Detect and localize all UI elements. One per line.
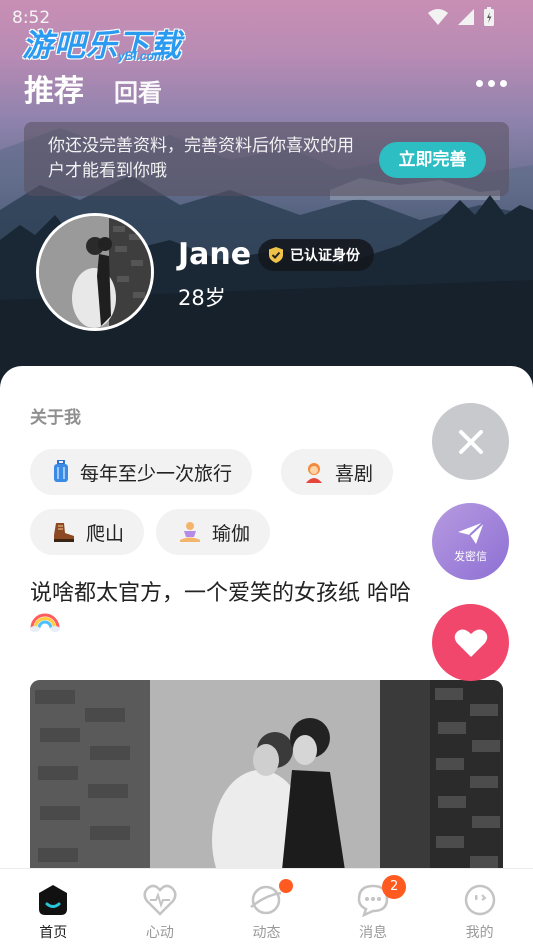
tag-label: 喜剧: [335, 462, 374, 485]
message-count-badge: 2: [382, 875, 407, 899]
header-tabs: 推荐 回看: [24, 66, 162, 110]
nav-label: 首页: [39, 925, 68, 941]
battery-icon: [484, 7, 494, 26]
watermark-subtext: yBl.com: [118, 49, 165, 63]
heartbeat-icon: [143, 883, 177, 917]
watermark-logo: 游吧乐下载 yBl.com: [22, 20, 182, 65]
banner-text: 你还没完善资料，完善资料后你喜欢的用户才能看到你哦: [48, 136, 354, 181]
nav-profile[interactable]: 我的: [426, 869, 533, 948]
bio-text: 说啥都太官方，一个爱笑的女孩纸 哈哈: [30, 578, 480, 642]
nav-home[interactable]: 首页: [0, 869, 107, 948]
tab-review[interactable]: 回看: [114, 73, 162, 108]
secret-message-label: 发密信: [454, 549, 487, 563]
signal-icon: [458, 9, 474, 25]
tag-hiking: 爬山: [30, 509, 145, 555]
avatar[interactable]: [36, 213, 154, 331]
profile-face-icon: [463, 883, 497, 917]
wifi-icon: [428, 9, 448, 25]
nav-heartbeat[interactable]: 心动: [107, 869, 214, 948]
close-icon: [458, 429, 483, 454]
chat-icon: 2: [356, 875, 407, 918]
like-button[interactable]: [432, 604, 509, 681]
more-icon[interactable]: [476, 80, 507, 87]
status-icons: [427, 7, 495, 27]
complete-profile-button[interactable]: 立即完善: [379, 142, 486, 178]
hiking-boot-icon: [54, 523, 74, 542]
yoga-icon: [180, 522, 200, 542]
avatar-photo: [39, 216, 151, 328]
bio-content: 说啥都太官方，一个爱笑的女孩纸 哈哈: [30, 581, 411, 606]
tag-label: 爬山: [86, 522, 125, 545]
rainbow-icon: [30, 613, 60, 632]
luggage-icon: [54, 460, 68, 482]
profile-name: Jane: [178, 237, 252, 272]
bottom-nav: 首页 心动 动态 2 消息 我的: [0, 868, 533, 948]
shield-check-icon: [269, 247, 283, 263]
nav-label: 动态: [252, 925, 281, 941]
profile-age: 28岁: [178, 286, 226, 310]
verified-badge: 已认证身份: [258, 239, 374, 271]
secret-message-button[interactable]: 发密信: [432, 503, 509, 580]
profile-photo[interactable]: [30, 680, 503, 876]
nav-label: 心动: [145, 925, 174, 941]
nav-moments[interactable]: 动态: [213, 869, 320, 948]
tag-label: 瑜伽: [212, 522, 251, 545]
nav-messages[interactable]: 2 消息: [320, 869, 427, 948]
tag-travel: 每年至少一次旅行: [30, 449, 253, 495]
paper-plane-icon: [457, 520, 485, 544]
nav-label: 消息: [359, 925, 388, 941]
complete-profile-banner: 你还没完善资料，完善资料后你喜欢的用户才能看到你哦 立即完善: [24, 122, 509, 196]
tab-recommend[interactable]: 推荐: [24, 66, 84, 110]
nav-label: 我的: [465, 925, 494, 941]
notification-dot: [279, 879, 294, 893]
couple-photo: [30, 680, 503, 876]
dislike-button[interactable]: [432, 403, 509, 480]
tag-label: 每年至少一次旅行: [80, 462, 233, 485]
tag-comedy: 喜剧: [281, 449, 394, 495]
heart-icon: [454, 629, 487, 657]
about-title: 关于我: [30, 408, 81, 428]
home-icon: [36, 883, 70, 917]
planet-icon: [249, 879, 294, 917]
verified-badge-label: 已认证身份: [290, 248, 360, 264]
person-icon: [306, 463, 322, 483]
tag-yoga: 瑜伽: [156, 509, 271, 555]
